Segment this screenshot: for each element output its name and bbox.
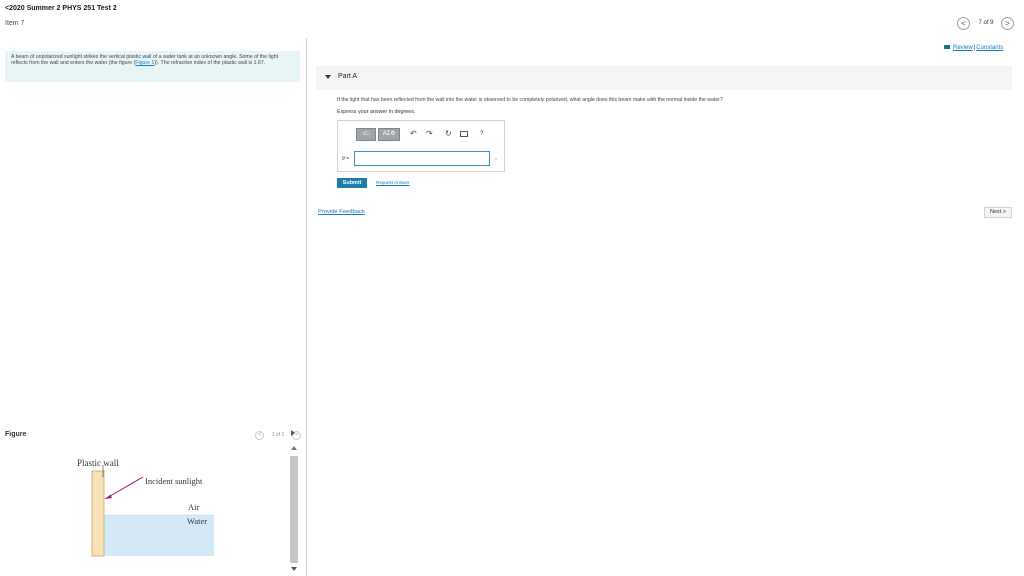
question-text: If the light that has been reflected fro… [337,97,723,103]
keyboard-icon[interactable] [460,131,468,137]
problem-intro: A beam of unpolarized sunlight strikes t… [5,51,300,82]
item-pager-text: 7 of 9 [978,20,994,26]
figure-scrollbar[interactable] [289,446,299,574]
unit-dropdown-icon[interactable]: ▾ [495,156,497,161]
help-icon[interactable]: ? [480,131,483,137]
redo-icon[interactable]: ↷ [426,129,433,138]
request-answer-link[interactable]: Request Answer [376,180,409,185]
review-constants-links: Review|Constants [944,45,1003,51]
figure-link[interactable]: Figure 1 [135,60,154,66]
water-label: Water [187,516,208,526]
back-to-assignment-link[interactable]: <2020 Summer 2 PHYS 251 Test 2 [5,5,117,12]
collapse-caret-icon[interactable] [325,75,331,79]
item-pager: < 7 of 9 > [957,17,1014,31]
greek-symbols-button[interactable]: AΣΦ [378,128,400,141]
reset-icon[interactable]: ↻ [445,129,452,138]
scroll-up-arrow[interactable] [291,446,297,450]
scroll-thumb[interactable] [290,456,298,563]
undo-icon[interactable]: ↶ [410,129,417,138]
air-label: Air [188,502,200,512]
plastic-wall-label: Plastic wall [77,458,119,468]
incident-sunlight-label: Incident sunlight [145,476,203,486]
previous-figure-button[interactable]: < [255,431,264,440]
constants-link[interactable]: Constants [976,45,1003,51]
figure-diagram: Plastic wall Incident sunlight Air Water [71,455,221,559]
figure-pager-text: 1 of 1 [271,432,285,438]
answer-input[interactable] [354,151,490,166]
provide-feedback-link[interactable]: Provide Feedback [318,209,365,215]
theta-label: θ = [342,156,350,162]
submit-button[interactable]: Submit [337,178,367,188]
answer-instruction: Express your answer in degrees. [337,109,416,115]
scroll-down-arrow[interactable] [291,567,297,571]
review-link[interactable]: Review [953,45,973,51]
intro-text-after: )). The refractive index of the plastic … [154,59,266,66]
item-label: Item 7 [5,20,25,27]
answer-box: √□ AΣΦ ↶ ↷ ↻ ? θ = ▾ [337,120,505,172]
previous-item-button[interactable]: < [957,17,970,30]
pane-divider [306,38,307,576]
plastic-wall [91,470,105,557]
next-item-button[interactable]: > [1001,17,1014,30]
templates-button[interactable]: √□ [356,128,376,141]
part-title: Part A [338,73,358,80]
figure-scroll-right[interactable] [291,430,295,436]
review-icon [944,45,950,50]
next-button[interactable]: Next > [984,207,1012,218]
part-a-header[interactable]: Part A [316,66,1012,90]
figure-title: Figure [5,431,27,438]
